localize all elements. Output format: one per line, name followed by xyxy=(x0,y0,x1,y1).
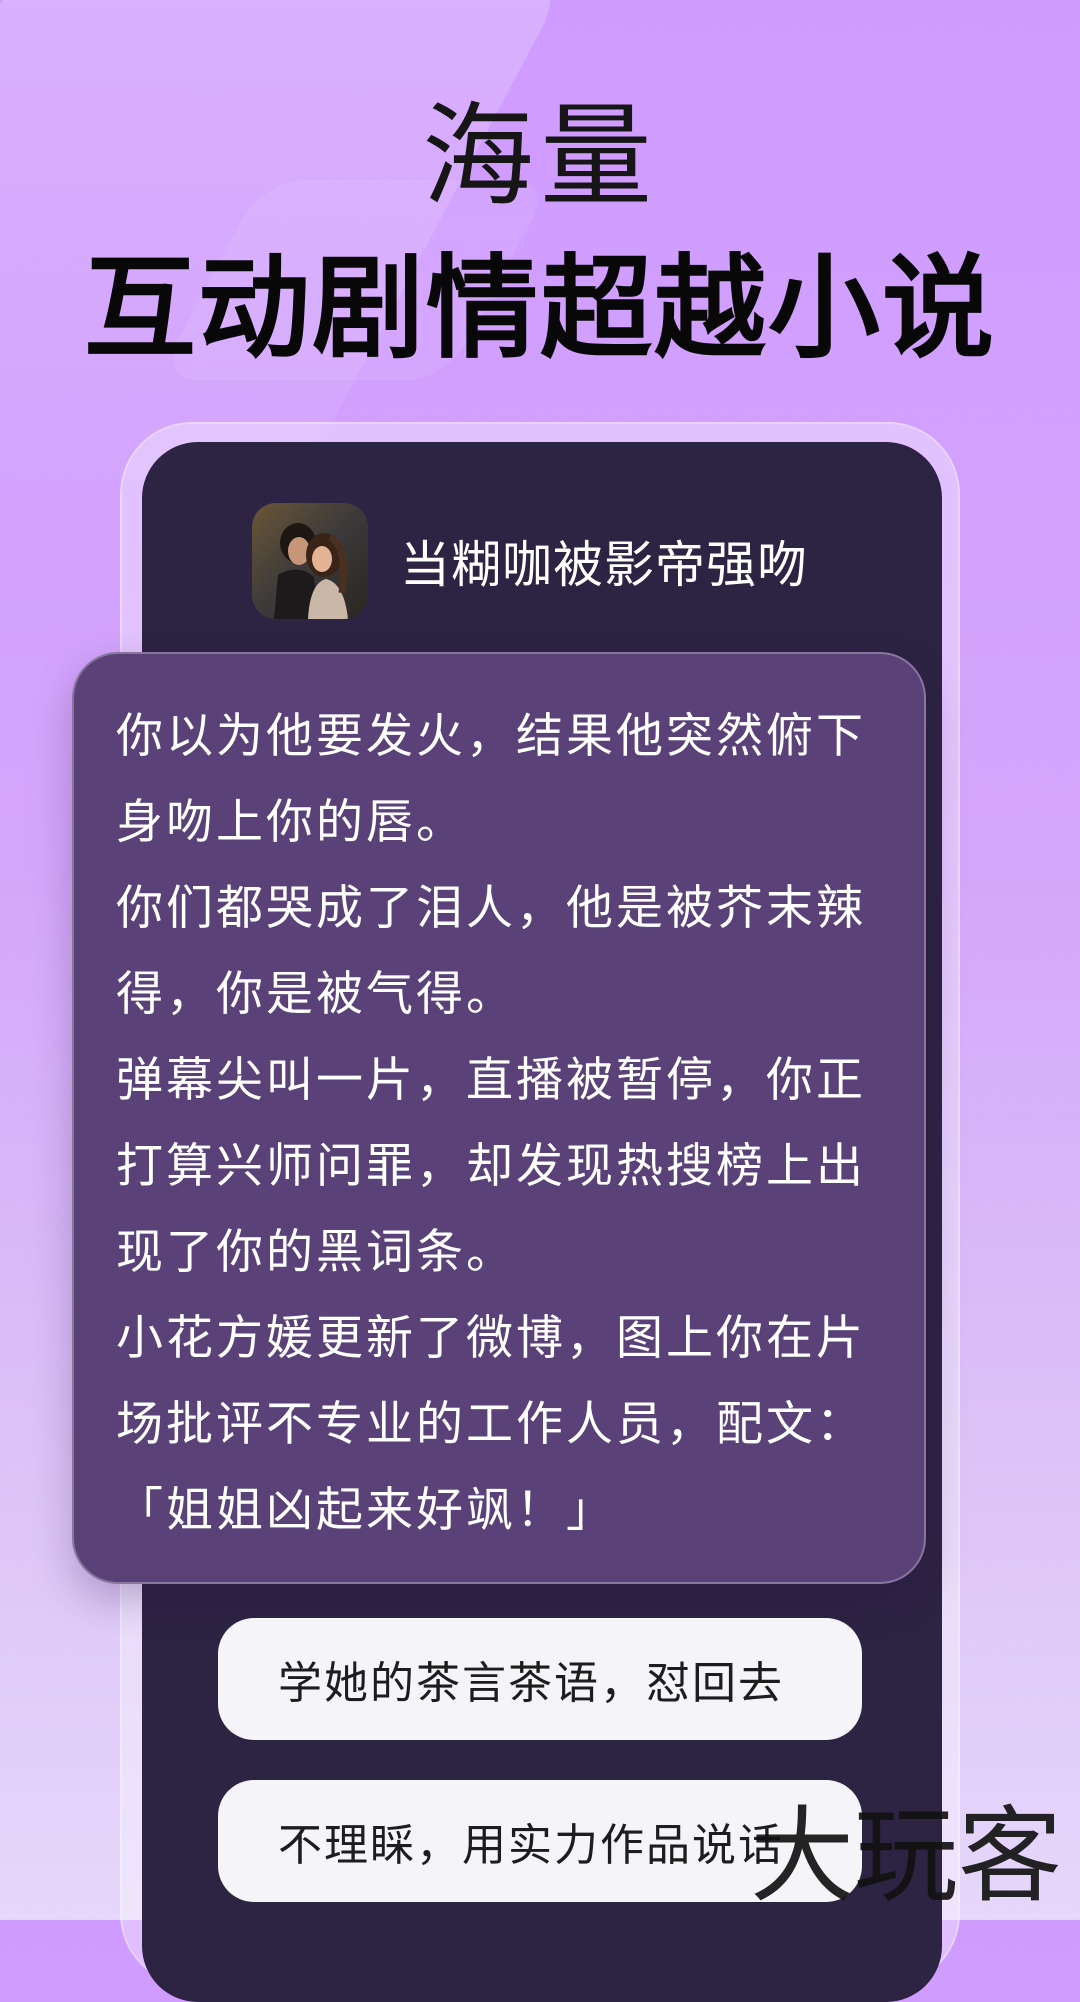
watermark-logo: 大玩客 xyxy=(750,1795,1062,1914)
story-paragraph: 弹幕尖叫一片，直播被暂停，你正打算兴师问罪，却发现热搜榜上出现了你的黑词条。 xyxy=(116,1053,866,1280)
story-paragraph: 你们都哭成了泪人，他是被芥末辣得，你是被气得。 xyxy=(116,881,866,1022)
headline-main: 互动剧情超越小说 xyxy=(84,244,996,374)
story-text-card: 你以为他要发火，结果他突然俯下身吻上你的唇。 你们都哭成了泪人，他是被芥末辣得，… xyxy=(72,652,926,1584)
svg-text:大玩客: 大玩客 xyxy=(750,1795,1062,1914)
choice-button-1[interactable]: 学她的茶言茶语，怼回去 xyxy=(218,1618,862,1740)
story-paragraph: 你以为他要发火，结果他突然俯下身吻上你的唇。 xyxy=(116,709,866,850)
story-paragraph: 小花方媛更新了微博，图上你在片场批评不专业的工作人员，配文：「姐姐凶起来好飒！」 xyxy=(116,1311,866,1538)
story-header[interactable]: 当糊咖被影帝强吻 xyxy=(252,503,808,619)
headline-top: 海量 xyxy=(422,92,658,222)
story-title: 当糊咖被影帝强吻 xyxy=(400,536,808,594)
couple-cover-art xyxy=(252,503,368,619)
story-cover-image[interactable] xyxy=(252,503,368,619)
